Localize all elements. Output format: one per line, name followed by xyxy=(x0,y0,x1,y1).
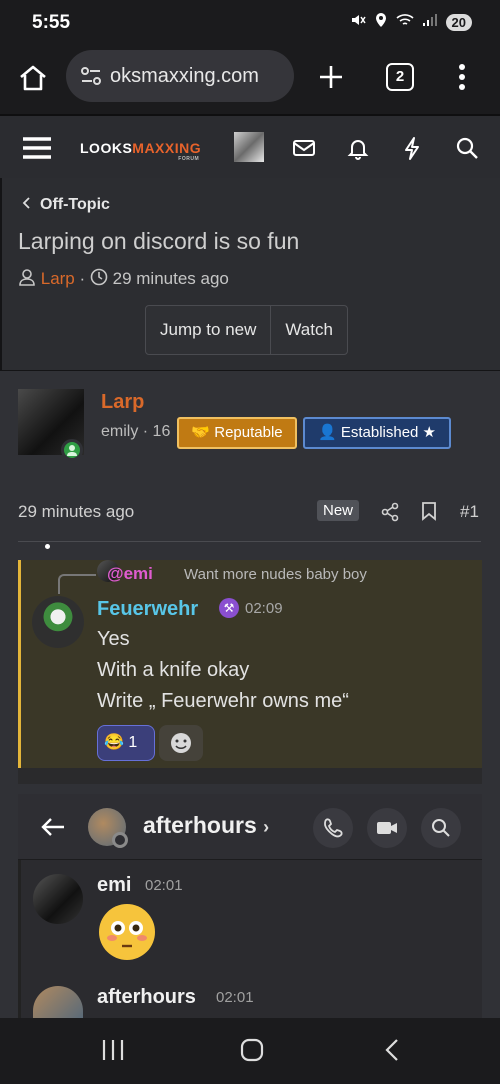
reply-connector xyxy=(58,574,96,594)
bolt-icon[interactable] xyxy=(398,134,426,162)
clock-icon xyxy=(90,268,108,291)
user-avatar[interactable] xyxy=(234,132,264,162)
recent-apps-icon[interactable] xyxy=(102,1038,124,1067)
post-author-subtitle: emily · 16 xyxy=(101,423,171,440)
menu-dots-icon[interactable] xyxy=(458,63,466,96)
location-icon xyxy=(374,12,388,32)
discord-search-icon xyxy=(421,808,461,848)
site-settings-icon[interactable] xyxy=(80,66,102,91)
new-tab-icon[interactable] xyxy=(318,64,344,95)
thread-actions: Jump to new Watch xyxy=(145,305,348,355)
reply-preview: Want more nudes baby boy xyxy=(184,566,367,583)
chevron-right-icon: › xyxy=(263,817,270,837)
back-arrow-icon xyxy=(40,816,66,843)
breadcrumb[interactable]: Off-Topic xyxy=(22,196,110,214)
chat-time: 02:01 xyxy=(145,877,183,894)
discord-message-time: 02:09 xyxy=(245,600,283,617)
mute-icon xyxy=(350,12,366,32)
jump-to-new-button[interactable]: Jump to new xyxy=(146,306,270,354)
status-time: 5:55 xyxy=(32,12,71,33)
status-icons: 20 xyxy=(350,12,472,32)
handshake-icon: 🤝 xyxy=(191,424,211,441)
person-icon: 👤 xyxy=(317,424,337,441)
online-status-icon xyxy=(61,439,83,461)
site-logo[interactable]: LOOKSMAXXING FORUM xyxy=(80,140,201,162)
reputable-badge: 🤝 Reputable xyxy=(177,417,297,449)
url-text: oksmaxxing.com xyxy=(110,65,259,87)
home-icon[interactable] xyxy=(18,64,48,97)
home-button-icon[interactable] xyxy=(240,1038,264,1067)
signal-icon xyxy=(422,13,438,31)
wifi-icon xyxy=(395,13,414,31)
chevron-left-icon xyxy=(22,196,30,214)
thread-header: Off-Topic Larping on discord is so fun L… xyxy=(0,178,500,370)
call-icon xyxy=(313,808,353,848)
bell-icon[interactable] xyxy=(344,134,372,162)
status-indicator-icon xyxy=(112,832,128,848)
tab-count-button[interactable]: 2 xyxy=(386,63,414,91)
chat-time: 02:01 xyxy=(216,989,254,1006)
browser-toolbar: oksmaxxing.com 2 xyxy=(0,48,500,114)
battery-indicator: 20 xyxy=(445,13,472,31)
thread-title: Larping on discord is so fun xyxy=(18,228,300,254)
system-nav-bar xyxy=(0,1018,500,1084)
url-bar[interactable]: oksmaxxing.com xyxy=(66,50,294,102)
discord-username: Feuerwehr xyxy=(97,598,199,620)
user-icon xyxy=(18,268,36,291)
new-badge: New xyxy=(317,500,360,521)
video-icon xyxy=(367,808,407,848)
moderator-icon: ⚒ xyxy=(219,598,239,618)
inbox-icon[interactable] xyxy=(290,134,318,162)
post-body: 29 minutes ago New #1 @emi Want more nud… xyxy=(0,482,500,1024)
thread-time: 29 minutes ago xyxy=(112,269,229,288)
joy-emoji-icon: 😂 xyxy=(104,734,124,751)
divider xyxy=(18,541,481,542)
search-icon[interactable] xyxy=(453,134,481,162)
watch-button[interactable]: Watch xyxy=(270,306,347,354)
site-header: LOOKSMAXXING FORUM xyxy=(0,114,500,178)
post-time[interactable]: 29 minutes ago xyxy=(18,502,134,522)
flushed-emoji-icon xyxy=(99,904,155,960)
bookmark-icon[interactable] xyxy=(421,501,437,526)
message-line: With a knife okay xyxy=(97,659,250,681)
add-reaction xyxy=(159,725,203,761)
reply-mention: @emi xyxy=(107,564,153,583)
share-icon[interactable] xyxy=(380,502,400,527)
post-user-header: Larp emily · 16 🤝 Reputable 👤 Establishe… xyxy=(0,370,500,482)
hamburger-menu-icon[interactable] xyxy=(22,136,52,165)
discord-user-avatar xyxy=(32,596,84,648)
thread-author-link[interactable]: Larp xyxy=(41,269,75,288)
message-line: Yes xyxy=(97,628,130,650)
status-bar: 5:55 20 xyxy=(0,0,500,48)
breadcrumb-label: Off-Topic xyxy=(40,196,110,213)
post-number[interactable]: #1 xyxy=(460,502,479,522)
thread-meta: Larp · 29 minutes ago xyxy=(18,268,229,291)
chat-username: afterhours xyxy=(97,986,196,1008)
reaction-laugh: 😂 1 xyxy=(97,725,155,761)
chat-username: emi xyxy=(97,874,132,896)
established-badge: 👤 Established ★ xyxy=(303,417,451,449)
post-author-name[interactable]: Larp xyxy=(101,391,144,414)
emi-avatar xyxy=(33,874,83,924)
channel-name: afterhours › xyxy=(143,812,270,838)
bullet-dot xyxy=(45,544,50,549)
message-line: Write „ Feuerwehr owns me“ xyxy=(97,690,349,712)
quote-spacer xyxy=(18,768,482,784)
back-button-icon[interactable] xyxy=(384,1038,400,1067)
